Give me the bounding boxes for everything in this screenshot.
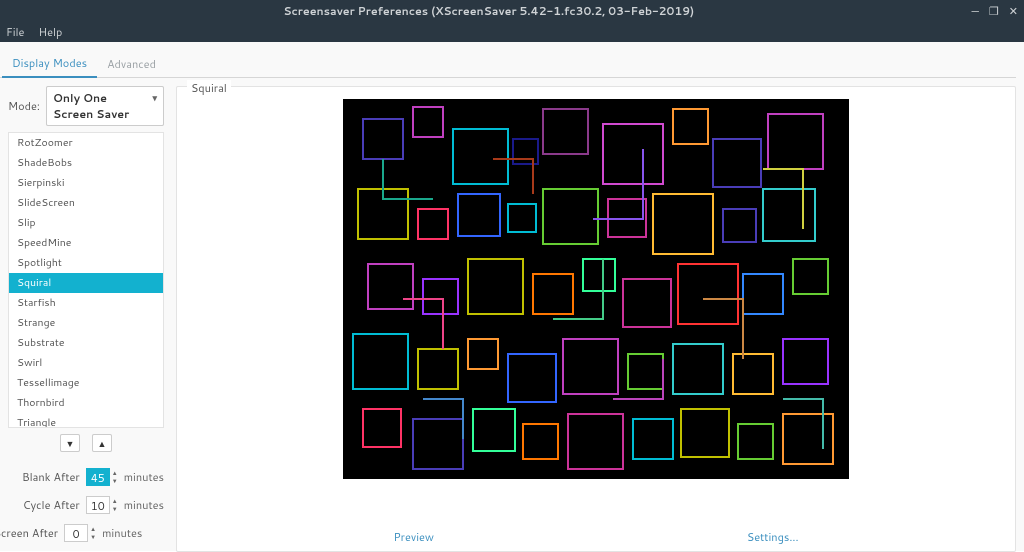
move-down-button[interactable]: ▼ — [60, 434, 80, 452]
list-item[interactable]: Squiral — [9, 273, 163, 293]
mode-label: Mode: — [8, 98, 40, 114]
menu-help[interactable]: Help — [38, 24, 62, 40]
blank-after-stepper[interactable]: 45 ▲▼ — [86, 468, 118, 486]
cycle-after-label: Cycle After — [8, 497, 80, 513]
squiral-preview-svg — [343, 99, 849, 479]
blank-after-row: Blank After 45 ▲▼ minutes — [8, 468, 164, 486]
preview-button[interactable]: Preview — [393, 529, 434, 545]
list-item[interactable]: Slip — [9, 213, 163, 233]
left-pane: Mode: Only One Screen Saver RotZoomerSha… — [0, 86, 168, 552]
close-icon[interactable]: ✕ — [1009, 3, 1018, 19]
preview-title: Squiral — [187, 80, 231, 96]
preview-actions: Preview Settings... — [177, 529, 1015, 545]
list-item[interactable]: Strange — [9, 313, 163, 333]
panel: Mode: Only One Screen Saver RotZoomerSha… — [0, 78, 1016, 552]
list-item[interactable]: Sierpinski — [9, 173, 163, 193]
list-item[interactable]: Triangle — [9, 413, 163, 427]
blank-after-unit: minutes — [124, 469, 164, 485]
lock-after-stepper[interactable]: 0 ▲▼ — [64, 524, 96, 542]
blank-after-label: Blank After — [8, 469, 80, 485]
list-item[interactable]: ShadeBobs — [9, 153, 163, 173]
cycle-after-unit: minutes — [124, 497, 164, 513]
tab-display-modes[interactable]: Display Modes — [2, 50, 97, 78]
window-title: Screensaver Preferences (XScreenSaver 5.… — [6, 3, 971, 19]
cycle-after-stepper[interactable]: 10 ▲▼ — [86, 496, 118, 514]
menubar: File Help — [0, 22, 1024, 42]
saver-list[interactable]: RotZoomerShadeBobsSierpinskiSlideScreenS… — [9, 133, 163, 427]
list-item[interactable]: SlideScreen — [9, 193, 163, 213]
list-item[interactable]: Tessellimage — [9, 373, 163, 393]
chevron-down-icon[interactable]: ▼ — [90, 533, 96, 541]
chevron-down-icon[interactable]: ▼ — [112, 505, 118, 513]
reorder-buttons: ▼ ▲ — [8, 434, 164, 452]
tab-advanced[interactable]: Advanced — [97, 51, 166, 77]
mode-select[interactable]: Only One Screen Saver — [46, 86, 164, 126]
lock-after-label: Lock Screen After — [0, 525, 58, 541]
list-item[interactable]: Substrate — [9, 333, 163, 353]
menu-file[interactable]: File — [6, 24, 24, 40]
list-item[interactable]: Swirl — [9, 353, 163, 373]
list-item[interactable]: Starfish — [9, 293, 163, 313]
timing-settings: Blank After 45 ▲▼ minutes Cycle After 10… — [8, 468, 164, 552]
move-up-button[interactable]: ▲ — [92, 434, 112, 452]
preview-panel: Squiral — [176, 86, 1016, 552]
mode-row: Mode: Only One Screen Saver — [8, 86, 164, 126]
list-item[interactable]: Thornbird — [9, 393, 163, 413]
titlebar: Screensaver Preferences (XScreenSaver 5.… — [0, 0, 1024, 22]
tabs: Display Modes Advanced — [0, 50, 1016, 78]
minimize-icon[interactable]: — — [971, 3, 978, 19]
list-item[interactable]: SpeedMine — [9, 233, 163, 253]
lock-after-row: Lock Screen After 0 ▲▼ minutes — [0, 524, 164, 542]
restore-icon[interactable]: ❐ — [989, 3, 999, 19]
list-item[interactable]: RotZoomer — [9, 133, 163, 153]
saver-listbox: RotZoomerShadeBobsSierpinskiSlideScreenS… — [8, 132, 164, 428]
content: Display Modes Advanced Mode: Only One Sc… — [0, 42, 1024, 551]
window-controls: — ❐ ✕ — [971, 3, 1018, 19]
list-item[interactable]: Spotlight — [9, 253, 163, 273]
lock-after-unit: minutes — [102, 525, 142, 541]
chevron-down-icon[interactable]: ▼ — [112, 477, 118, 485]
cycle-after-row: Cycle After 10 ▲▼ minutes — [8, 496, 164, 514]
preview-area — [343, 99, 849, 479]
settings-button[interactable]: Settings... — [747, 529, 799, 545]
